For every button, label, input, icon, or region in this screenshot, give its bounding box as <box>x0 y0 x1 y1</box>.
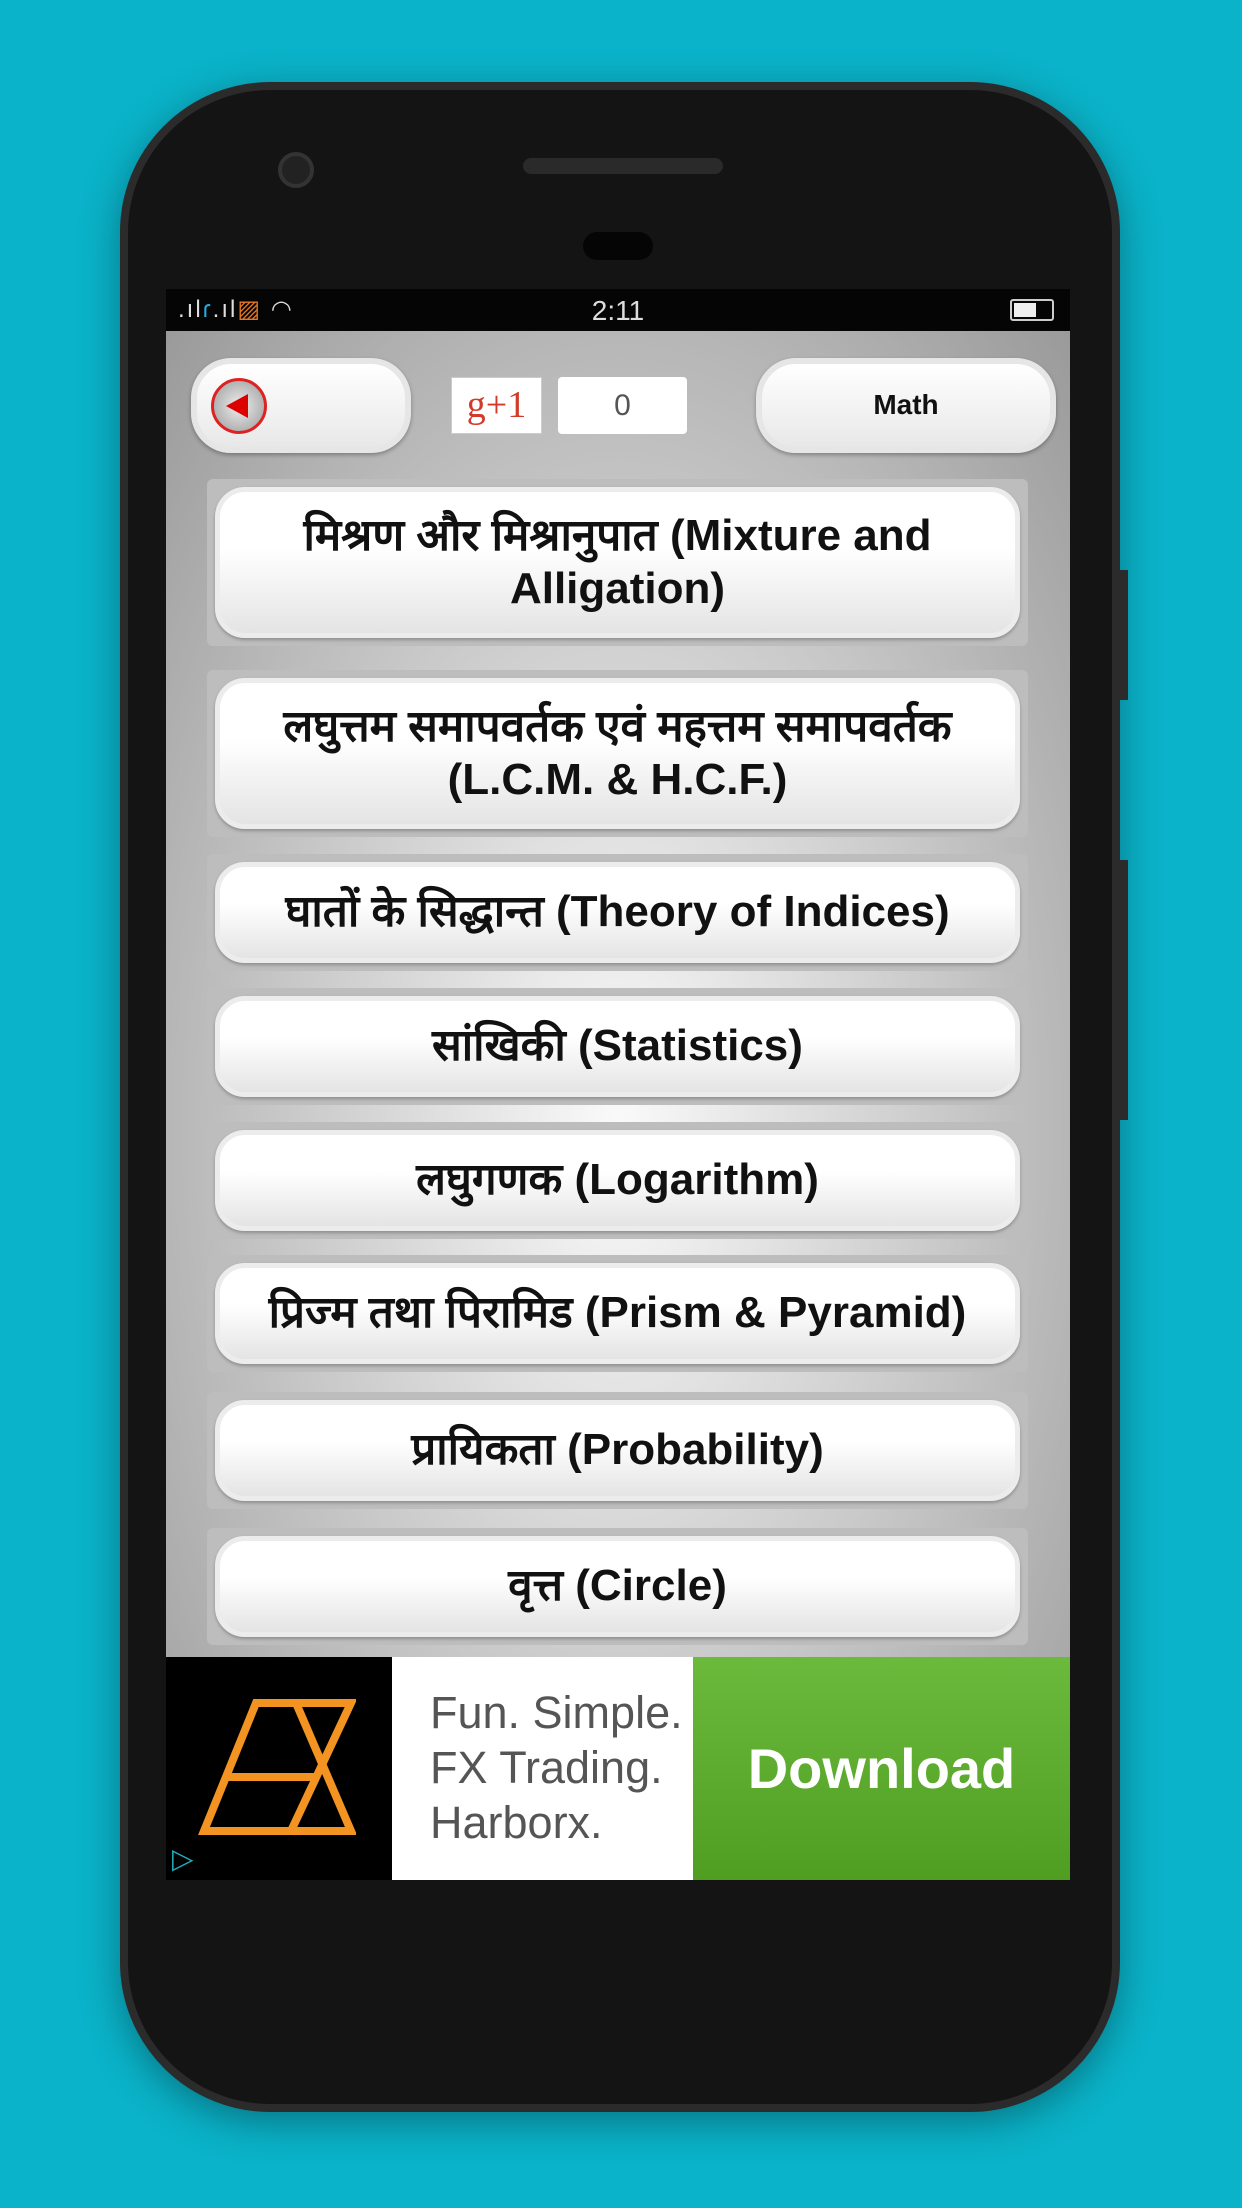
ad-banner[interactable]: ▷ Fun. Simple. FX Trading. Harborx. Down… <box>166 1657 1070 1880</box>
topic-item[interactable]: सांखिकी (Statistics) <box>207 988 1028 1105</box>
gplus-button[interactable]: g+1 <box>451 377 542 434</box>
speaker <box>523 158 723 174</box>
topic-item[interactable]: लघुत्तम समापवर्तक एवं महत्तम समापवर्तक (… <box>207 670 1028 837</box>
app-content: g+1 0 Math मिश्रण और मिश्रानुपात (Mixtur… <box>166 331 1070 1657</box>
topic-item[interactable]: घातों के सिद्धान्त (Theory of Indices) <box>207 854 1028 971</box>
topic-label: घातों के सिद्धान्त (Theory of Indices) <box>215 862 1020 963</box>
topic-label: मिश्रण और मिश्रानुपात (Mixture and Allig… <box>215 487 1020 638</box>
screen: .ılɾ.ıl▨ ◠ 2:11 g+1 0 Math मिश्रण और मिश… <box>166 289 1070 1880</box>
topic-item[interactable]: मिश्रण और मिश्रानुपात (Mixture and Allig… <box>207 479 1028 646</box>
topic-item[interactable]: वृत्त (Circle) <box>207 1528 1028 1645</box>
category-button[interactable]: Math <box>756 358 1056 453</box>
topic-label: प्रिज्म तथा पिरामिड (Prism & Pyramid) <box>215 1263 1020 1364</box>
volume-button <box>1120 570 1128 700</box>
harborx-logo <box>198 1699 356 1835</box>
topic-item[interactable]: लघुगणक (Logarithm) <box>207 1122 1028 1239</box>
adchoices-icon[interactable]: ▷ <box>172 1842 194 1875</box>
front-camera <box>278 152 314 188</box>
topic-item[interactable]: प्रायिकता (Probability) <box>207 1392 1028 1509</box>
topic-label: लघुत्तम समापवर्तक एवं महत्तम समापवर्तक (… <box>215 678 1020 829</box>
topic-item[interactable]: प्रिज्म तथा पिरामिड (Prism & Pyramid) <box>207 1255 1028 1372</box>
ad-line: Fun. Simple. <box>430 1687 683 1738</box>
topic-label: वृत्त (Circle) <box>215 1536 1020 1637</box>
topic-label: सांखिकी (Statistics) <box>215 996 1020 1097</box>
ad-text: Fun. Simple. FX Trading. Harborx. <box>392 1657 693 1880</box>
back-arrow-icon <box>211 378 267 434</box>
topic-label: प्रायिकता (Probability) <box>215 1400 1020 1501</box>
download-button[interactable]: Download <box>693 1657 1070 1880</box>
back-button[interactable] <box>191 358 411 453</box>
power-button <box>1120 860 1128 1120</box>
ad-line: Harborx. <box>430 1797 603 1848</box>
ad-line: FX Trading. <box>430 1742 663 1793</box>
status-time: 2:11 <box>591 295 645 326</box>
gplus-count: 0 <box>558 377 687 434</box>
topic-label: लघुगणक (Logarithm) <box>215 1130 1020 1231</box>
sensor <box>583 232 653 260</box>
battery-icon <box>1010 299 1054 321</box>
status-bar: .ılɾ.ıl▨ ◠ 2:11 <box>166 289 1070 331</box>
